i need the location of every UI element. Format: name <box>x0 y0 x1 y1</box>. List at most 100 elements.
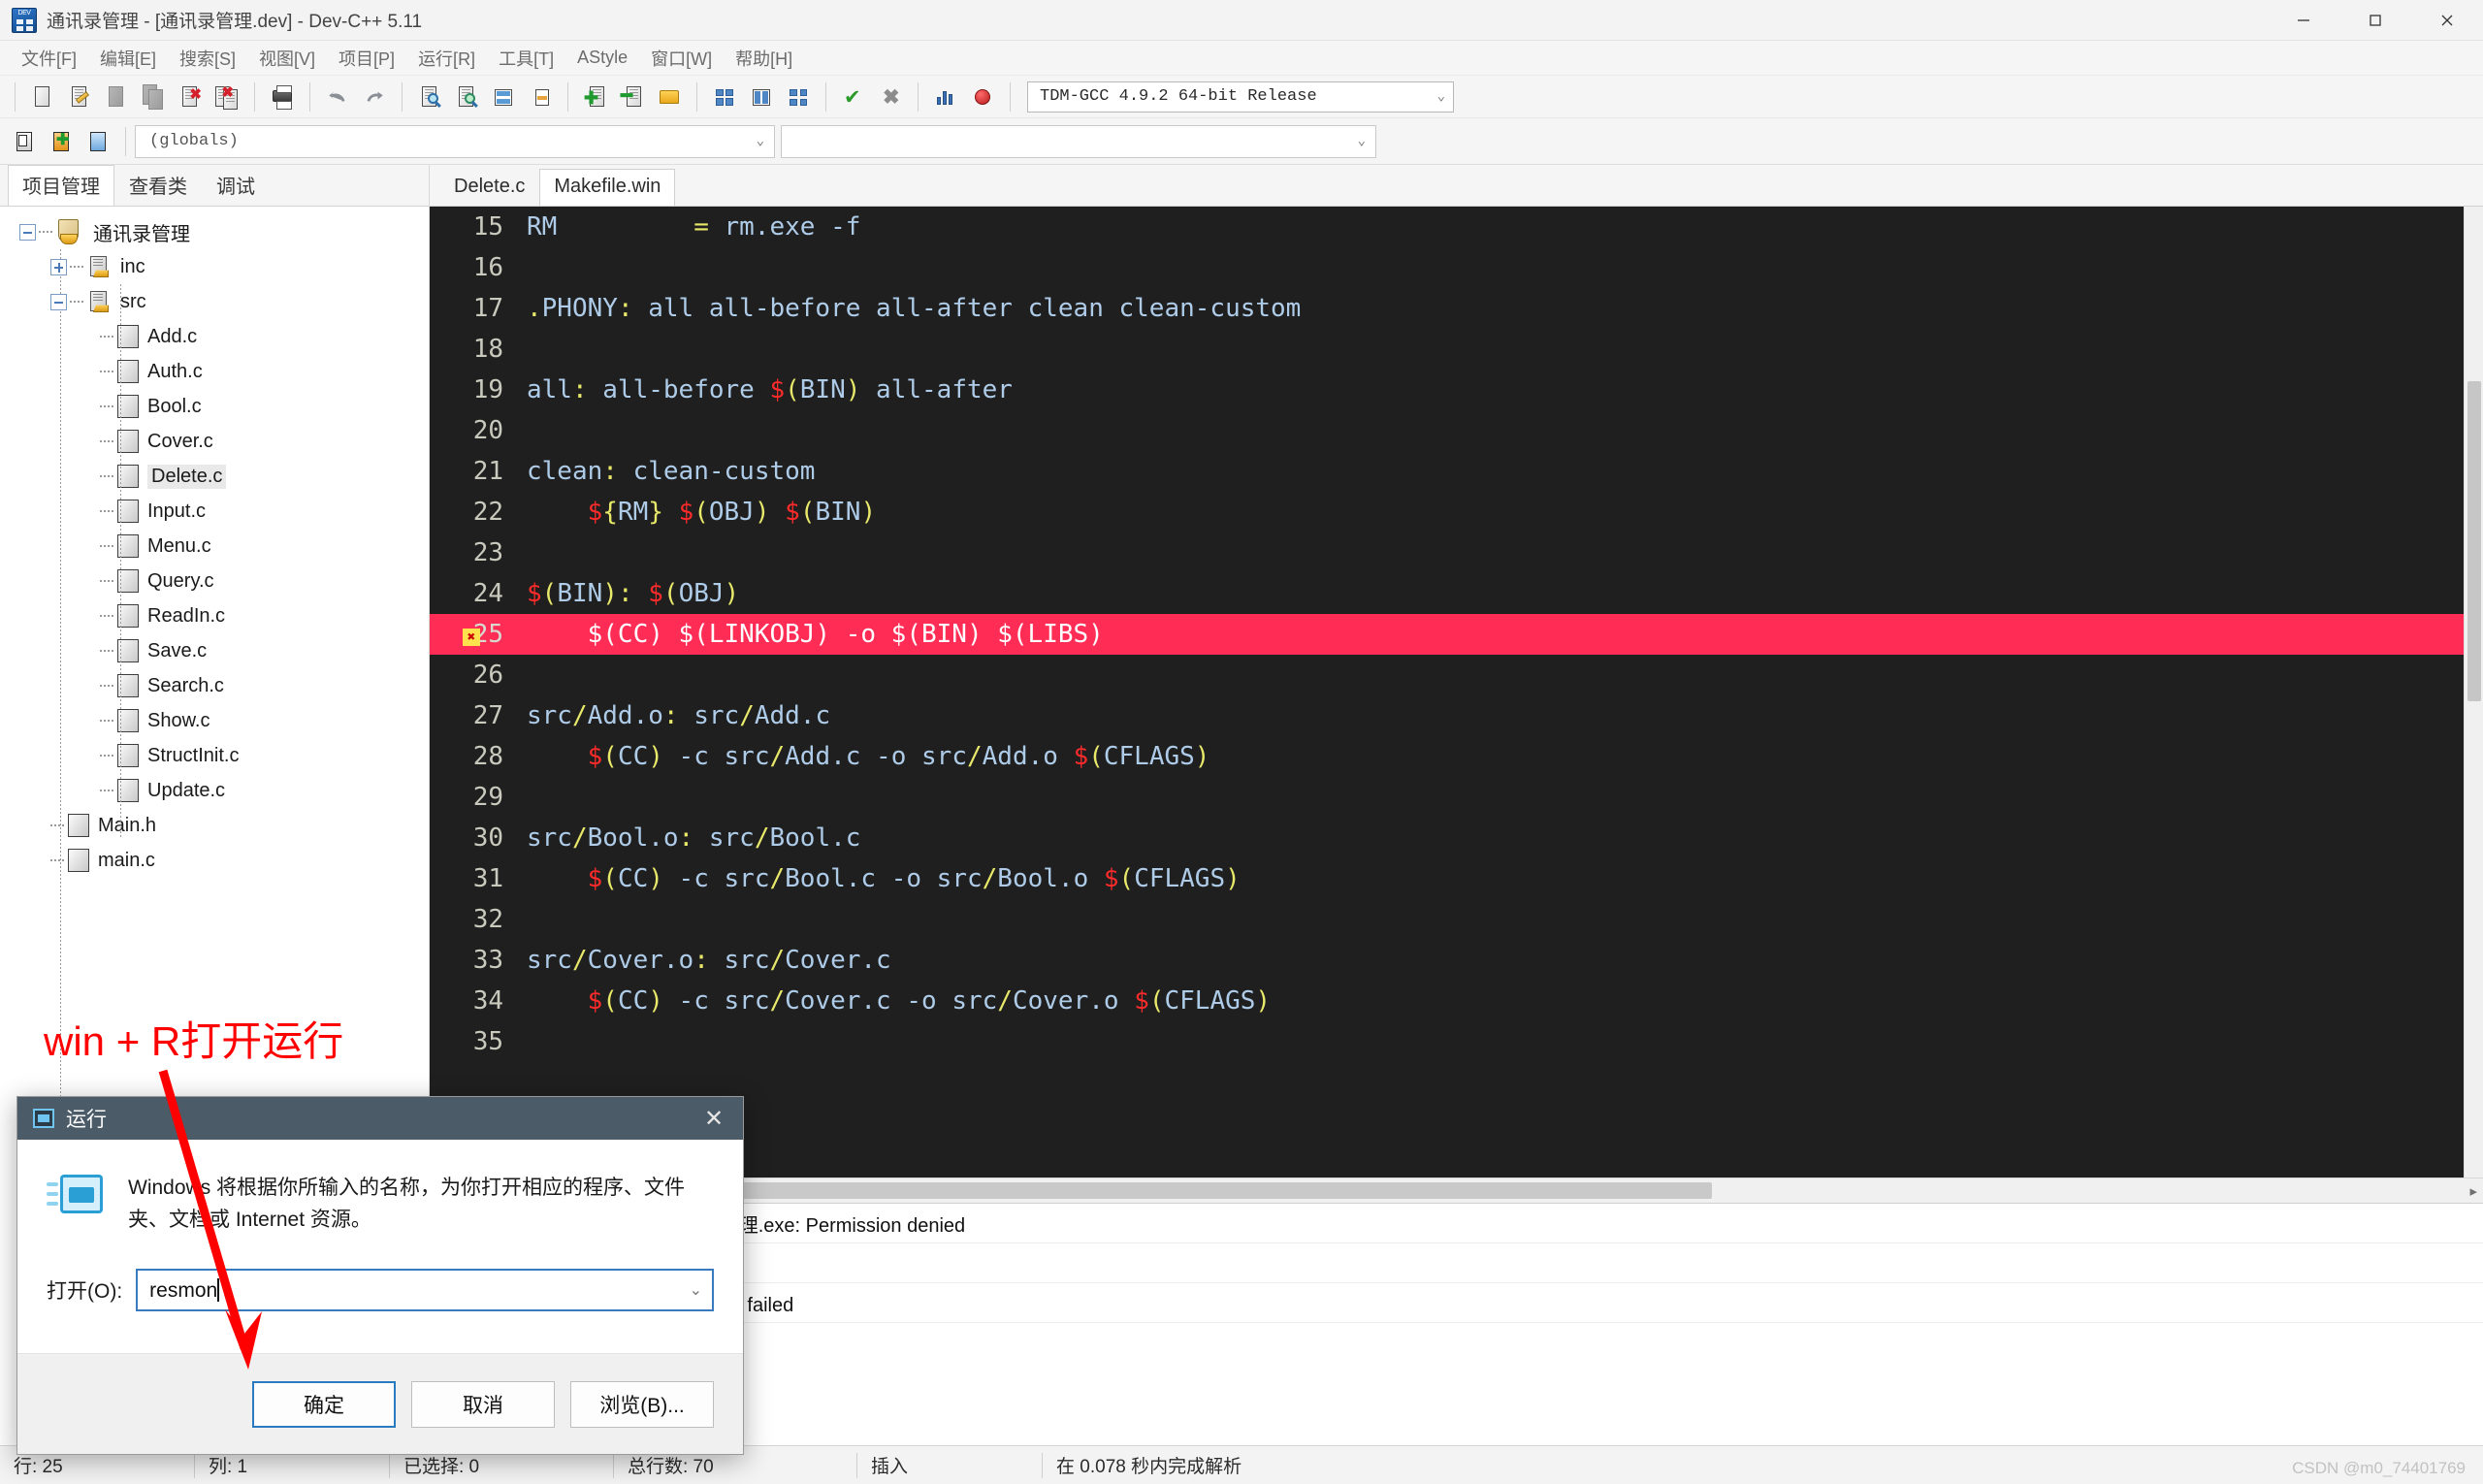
syntax-check-button[interactable]: ✔ <box>835 79 872 115</box>
menu-tools[interactable]: 工具[T] <box>487 43 565 74</box>
tree-node-file-selected[interactable]: Delete.c <box>0 459 429 494</box>
tab-project-manager[interactable]: 项目管理 <box>8 165 114 206</box>
chevron-right-icon[interactable]: ▸ <box>2469 1182 2477 1200</box>
code-line[interactable]: 28 $(CC) -c src/Add.c -o src/Add.o $(CFL… <box>430 736 2483 777</box>
tree-node-file[interactable]: main.c <box>0 843 429 878</box>
menu-project[interactable]: 项目[P] <box>327 43 406 74</box>
code-editor[interactable]: 15 RM = rm.exe -f 16 17 .PHONY: all all-befo… <box>430 206 2483 1178</box>
close-all-button[interactable]: ✖ <box>209 79 245 115</box>
tree-node-file[interactable]: Input.c <box>0 494 429 529</box>
member-combo[interactable]: ⌄ <box>781 124 1376 158</box>
status-total-lines: 总行数: 70 <box>628 1457 714 1477</box>
code-line[interactable]: 23 <box>430 532 2483 573</box>
menu-search[interactable]: 搜索[S] <box>168 43 247 74</box>
tree-node-file[interactable]: Bool.c <box>0 389 429 424</box>
menu-window[interactable]: 窗口[W] <box>639 43 724 74</box>
tree-node-file[interactable]: Search.c <box>0 668 429 703</box>
code-line[interactable]: 32 <box>430 899 2483 940</box>
tab-debug[interactable]: 调试 <box>202 165 270 206</box>
tree-node-file[interactable]: Query.c <box>0 564 429 598</box>
goto-line-button[interactable] <box>485 79 522 115</box>
redo-button[interactable] <box>356 79 393 115</box>
tree-node-file[interactable]: Main.h <box>0 808 429 843</box>
remove-from-project-button[interactable] <box>80 122 116 161</box>
code-line[interactable]: 16 <box>430 247 2483 288</box>
new-project-button[interactable] <box>6 122 43 161</box>
dialog-close-button[interactable]: ✕ <box>685 1097 743 1140</box>
toggle-bookmark-button[interactable] <box>522 79 559 115</box>
scope-combo[interactable]: (globals) ⌄ <box>135 124 775 158</box>
code-line[interactable]: 24 $(BIN): $(OBJ) <box>430 573 2483 614</box>
tree-node-file[interactable]: Cover.c <box>0 424 429 459</box>
profile-button[interactable] <box>927 79 964 115</box>
tree-node-inc[interactable]: inc <box>0 249 429 284</box>
ok-button[interactable]: 确定 <box>252 1380 396 1428</box>
run-button[interactable] <box>743 79 780 115</box>
tree-node-file[interactable]: Show.c <box>0 703 429 738</box>
code-line[interactable]: 31 $(CC) -c src/Bool.c -o src/Bool.o $(C… <box>430 858 2483 899</box>
replace-button[interactable] <box>448 79 485 115</box>
code-line[interactable]: 20 <box>430 410 2483 451</box>
compile-button[interactable] <box>706 79 743 115</box>
collapse-toggle-icon[interactable] <box>19 223 36 241</box>
open-input[interactable]: resmon ⌄ <box>136 1269 714 1312</box>
add-to-project-button[interactable]: ✚ <box>43 122 80 161</box>
new-file-button[interactable] <box>24 79 61 115</box>
code-line[interactable]: 21 clean: clean-custom <box>430 451 2483 492</box>
undo-button[interactable] <box>319 79 356 115</box>
tree-node-file[interactable]: Add.c <box>0 319 429 354</box>
menu-help[interactable]: 帮助[H] <box>724 43 804 74</box>
debug-button[interactable] <box>964 79 1001 115</box>
code-line[interactable]: 18 <box>430 329 2483 370</box>
menu-view[interactable]: 视图[V] <box>247 43 327 74</box>
add-indent-button[interactable]: ✚ <box>577 79 614 115</box>
collapse-toggle-icon[interactable] <box>50 293 67 310</box>
editor-vertical-scrollbar[interactable] <box>2464 207 2483 1178</box>
open-file-button[interactable] <box>61 79 98 115</box>
tree-node-file[interactable]: Auth.c <box>0 354 429 389</box>
compile-run-button[interactable] <box>780 79 817 115</box>
print-button[interactable] <box>264 79 301 115</box>
code-line[interactable]: 35 <box>430 1021 2483 1062</box>
code-line-error[interactable]: 25 ✖ $(CC) $(LINKOBJ) -o $(BIN) $(LIBS) <box>430 614 2483 655</box>
code-line[interactable]: 26 <box>430 655 2483 695</box>
code-line[interactable]: 22 ${RM} $(OBJ) $(BIN) <box>430 492 2483 532</box>
menu-astyle[interactable]: AStyle <box>565 45 639 71</box>
tree-node-file[interactable]: ReadIn.c <box>0 598 429 633</box>
code-line[interactable]: 29 <box>430 777 2483 818</box>
save-all-button[interactable] <box>135 79 172 115</box>
code-line[interactable]: 19 all: all-before $(BIN) all-after <box>430 370 2483 410</box>
editor-tab-delete-c[interactable]: Delete.c <box>439 169 539 206</box>
code-line[interactable]: 34 $(CC) -c src/Cover.c -o src/Cover.o $… <box>430 981 2483 1021</box>
scrollbar-thumb[interactable] <box>2467 381 2481 701</box>
find-button[interactable] <box>411 79 448 115</box>
browse-button[interactable]: 浏览(B)... <box>570 1380 714 1428</box>
tab-class-browser[interactable]: 查看类 <box>114 165 202 206</box>
tree-node-src[interactable]: src <box>0 284 429 319</box>
minimize-button[interactable] <box>2268 0 2339 40</box>
compiler-set-combo[interactable]: TDM-GCC 4.9.2 64-bit Release ⌄ <box>1027 81 1454 113</box>
close-button[interactable] <box>2411 0 2483 40</box>
expand-toggle-icon[interactable] <box>50 258 67 275</box>
code-line[interactable]: 17 .PHONY: all all-before all-after clean… <box>430 288 2483 329</box>
tree-root-node[interactable]: 通讯录管理 <box>0 214 429 249</box>
maximize-button[interactable] <box>2339 0 2411 40</box>
code-line[interactable]: 27 src/Add.o: src/Add.c <box>430 695 2483 736</box>
close-file-button[interactable]: ✖ <box>172 79 209 115</box>
save-file-button[interactable] <box>98 79 135 115</box>
insert-code-button[interactable] <box>651 79 688 115</box>
menu-file[interactable]: 文件[F] <box>10 43 88 74</box>
code-line[interactable]: 15 RM = rm.exe -f <box>430 207 2483 247</box>
menu-run[interactable]: 运行[R] <box>406 43 487 74</box>
tree-node-file[interactable]: Save.c <box>0 633 429 668</box>
code-line[interactable]: 33 src/Cover.o: src/Cover.c <box>430 940 2483 981</box>
tree-node-file[interactable]: StructInit.c <box>0 738 429 773</box>
cancel-button[interactable]: 取消 <box>411 1380 555 1428</box>
menu-edit[interactable]: 编辑[E] <box>88 43 168 74</box>
remove-indent-button[interactable]: ━ <box>614 79 651 115</box>
tree-node-file[interactable]: Menu.c <box>0 529 429 564</box>
editor-tab-makefile-win[interactable]: Makefile.win <box>539 169 676 206</box>
code-line[interactable]: 30 src/Bool.o: src/Bool.c <box>430 818 2483 858</box>
tree-node-file[interactable]: Update.c <box>0 773 429 808</box>
stop-execution-button[interactable]: ✖ <box>872 79 909 115</box>
